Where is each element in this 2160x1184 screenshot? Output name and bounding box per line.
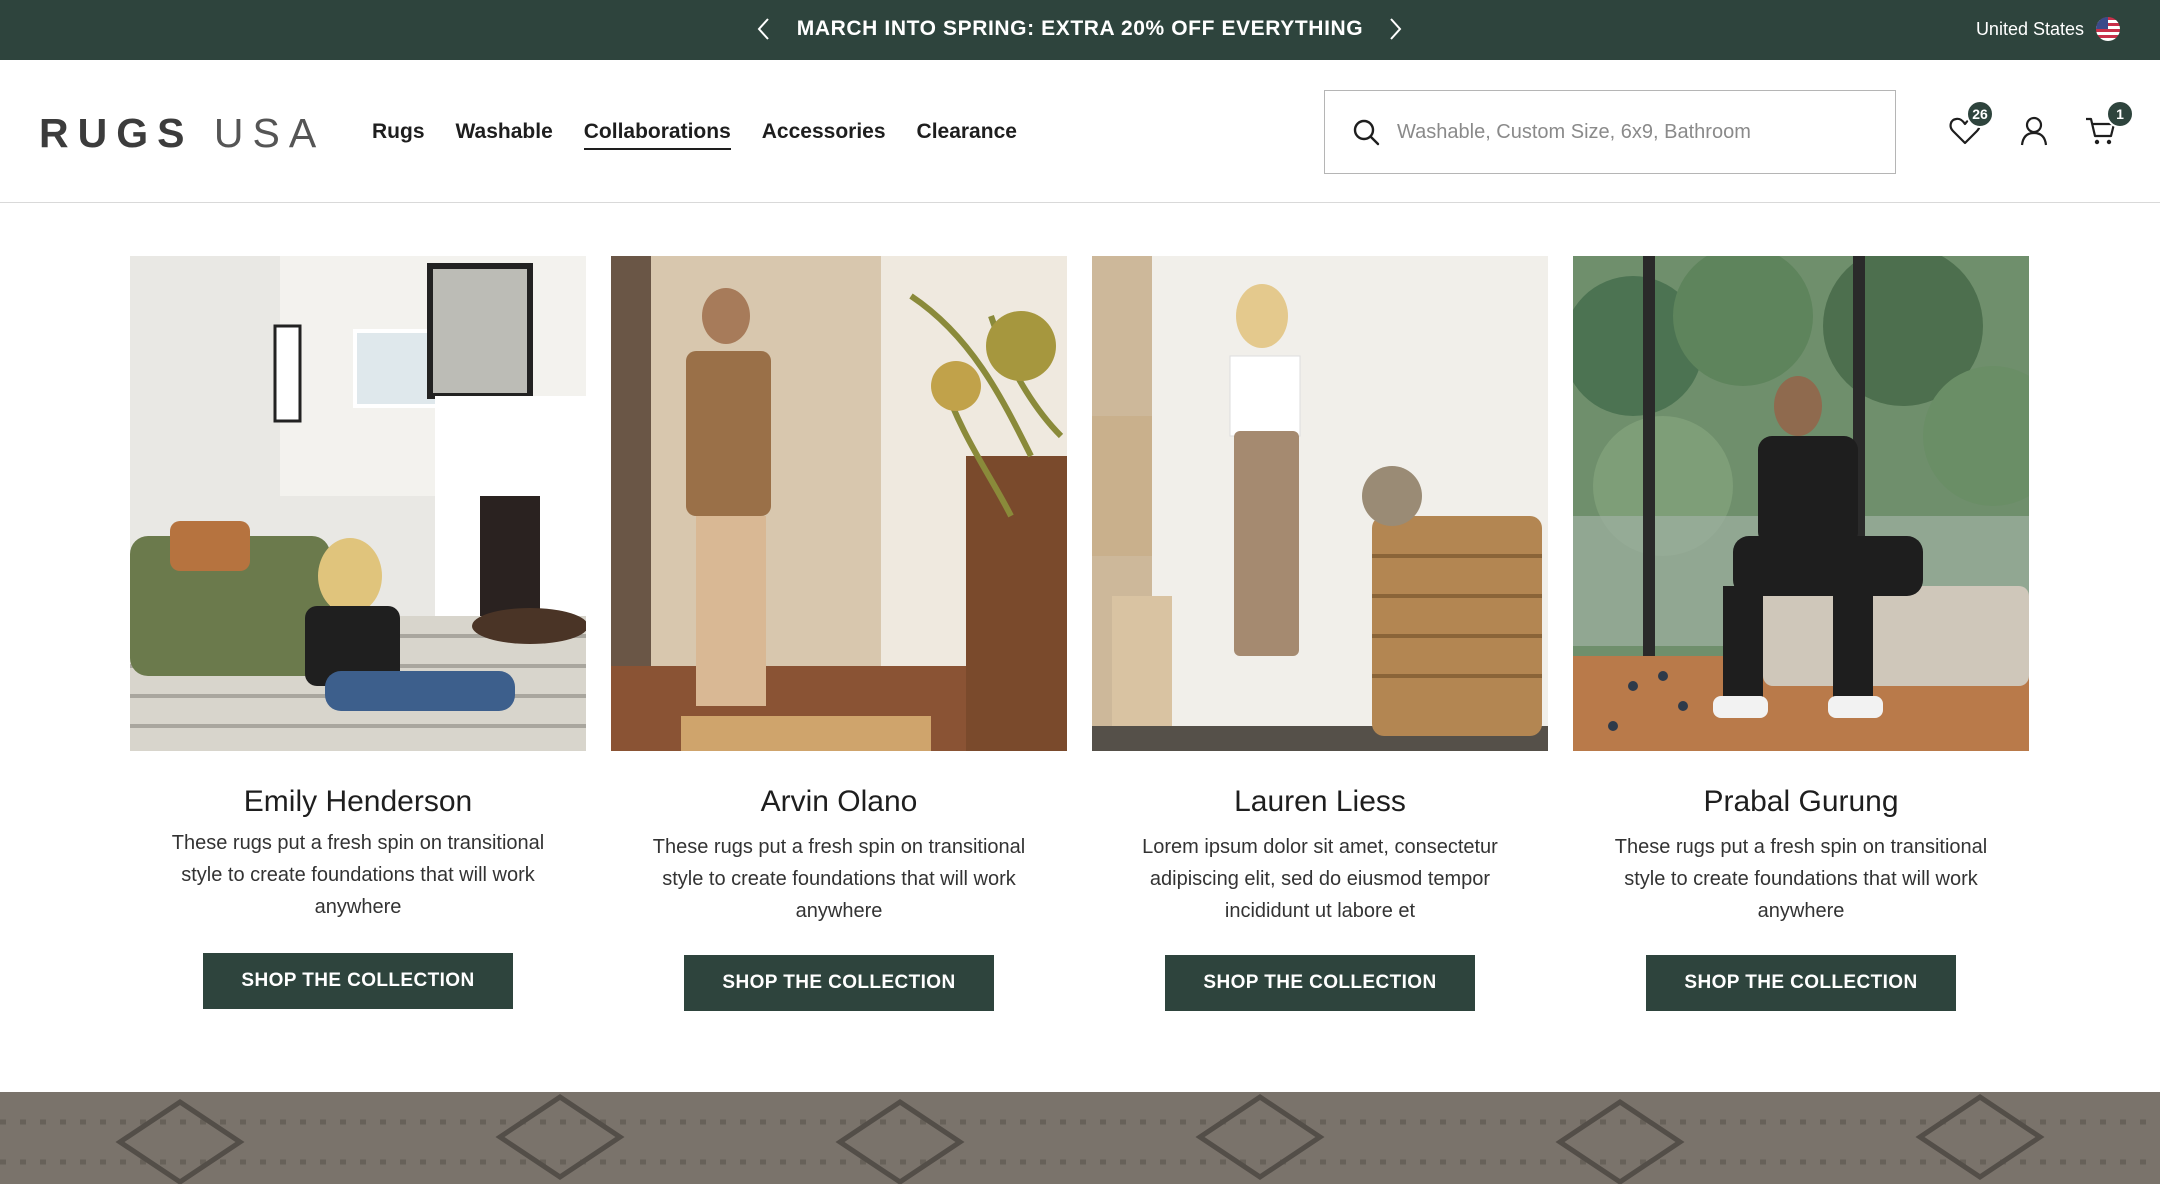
collaboration-photo[interactable] <box>611 256 1067 751</box>
search-input[interactable] <box>1397 120 1877 144</box>
collaboration-photo[interactable] <box>1573 256 2029 751</box>
announcement-message[interactable]: MARCH INTO SPRING: EXTRA 20% OFF EVERYTH… <box>0 17 2160 41</box>
region-selector[interactable]: United States <box>1976 17 2120 41</box>
wishlist-count-badge: 26 <box>1966 100 1994 128</box>
chevron-right-icon[interactable] <box>1380 14 1410 44</box>
site-header: RUGS USA Rugs Washable Collaborations Ac… <box>0 60 2160 203</box>
nav-accessories[interactable]: Accessories <box>762 120 886 150</box>
shop-collection-button[interactable]: SHOP THE COLLECTION <box>1165 955 1475 1011</box>
search-icon <box>1353 119 1380 146</box>
collaborations-grid: Emily Henderson These rugs put a fresh s… <box>130 256 2029 1011</box>
shop-collection-button[interactable]: SHOP THE COLLECTION <box>203 953 513 1009</box>
nav-rugs[interactable]: Rugs <box>372 120 425 150</box>
collaboration-card: Prabal Gurung These rugs put a fresh spi… <box>1573 256 2029 1011</box>
account-button[interactable] <box>2017 114 2051 148</box>
collaboration-card: Lauren Liess Lorem ipsum dolor sit amet,… <box>1092 256 1548 1011</box>
nav-collaborations[interactable]: Collaborations <box>583 120 731 150</box>
search-box[interactable] <box>1324 90 1896 174</box>
collaborator-name: Arvin Olano <box>760 785 918 818</box>
cart-button[interactable]: 1 <box>2084 100 2134 148</box>
collaborator-description: Lorem ipsum dolor sit amet, consectetur … <box>1142 836 1498 922</box>
collaboration-card: Arvin Olano These rugs put a fresh spin … <box>611 256 1067 1011</box>
nav-clearance[interactable]: Clearance <box>917 120 1017 150</box>
region-label: United States <box>1975 18 2084 39</box>
shop-collection-button[interactable]: SHOP THE COLLECTION <box>1646 955 1956 1011</box>
announcement-bar: MARCH INTO SPRING: EXTRA 20% OFF EVERYTH… <box>0 0 2160 60</box>
collaboration-card: Emily Henderson These rugs put a fresh s… <box>130 256 586 1011</box>
collaborator-name: Emily Henderson <box>243 785 473 818</box>
collaborator-description: These rugs put a fresh spin on transitio… <box>171 832 545 918</box>
cart-count-badge: 1 <box>2106 100 2134 128</box>
user-icon <box>2020 116 2048 146</box>
collaborator-name: Lauren Liess <box>1234 785 1406 818</box>
collaborator-description: These rugs put a fresh spin on transitio… <box>1614 836 1988 922</box>
wishlist-button[interactable]: 26 <box>1948 100 1994 148</box>
shop-collection-button[interactable]: SHOP THE COLLECTION <box>684 955 994 1011</box>
collaborator-name: Prabal Gurung <box>1703 785 1899 818</box>
collaboration-photo[interactable] <box>130 256 586 751</box>
rug-texture-banner <box>0 1092 2160 1184</box>
nav-washable[interactable]: Washable <box>456 120 553 150</box>
collaboration-photo[interactable] <box>1092 256 1548 751</box>
collaborator-description: These rugs put a fresh spin on transitio… <box>652 836 1026 922</box>
main-nav: Rugs Washable Collaborations Accessories… <box>372 120 1017 150</box>
us-flag-icon <box>2096 17 2120 41</box>
rugs-usa-logo[interactable]: RUGS USA <box>39 110 325 157</box>
